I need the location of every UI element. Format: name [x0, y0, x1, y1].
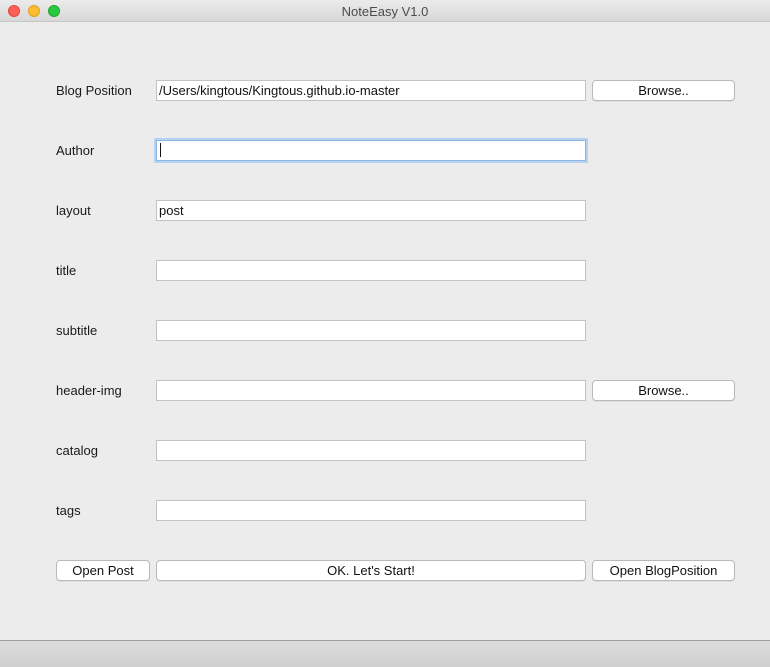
open-blog-position-button[interactable]: Open BlogPosition [592, 560, 735, 581]
catalog-input[interactable] [156, 440, 586, 461]
title-input[interactable] [156, 260, 586, 281]
header-img-browse-button[interactable]: Browse.. [592, 380, 735, 401]
start-button[interactable]: OK. Let's Start! [156, 560, 586, 581]
layout-input[interactable]: post [156, 200, 586, 221]
blog-position-browse-button[interactable]: Browse.. [592, 80, 735, 101]
catalog-label: catalog [56, 443, 98, 458]
blog-position-input[interactable]: /Users/kingtous/Kingtous.github.io-maste… [156, 80, 586, 101]
title-bar: NoteEasy V1.0 [0, 0, 770, 22]
text-caret [160, 143, 161, 157]
subtitle-label: subtitle [56, 323, 98, 338]
subtitle-input[interactable] [156, 320, 586, 341]
open-post-button[interactable]: Open Post [56, 560, 150, 581]
header-img-label: header-img [56, 383, 122, 398]
author-input[interactable] [156, 140, 586, 161]
header-img-input[interactable] [156, 380, 586, 401]
tags-label: tags [56, 503, 81, 518]
tags-input[interactable] [156, 500, 586, 521]
title-label: title [56, 263, 77, 278]
author-label: Author [56, 143, 95, 158]
window-title: NoteEasy V1.0 [341, 4, 429, 19]
blog-position-label: Blog Position [56, 83, 132, 98]
layout-label: layout [56, 203, 91, 218]
status-bar [0, 640, 770, 667]
